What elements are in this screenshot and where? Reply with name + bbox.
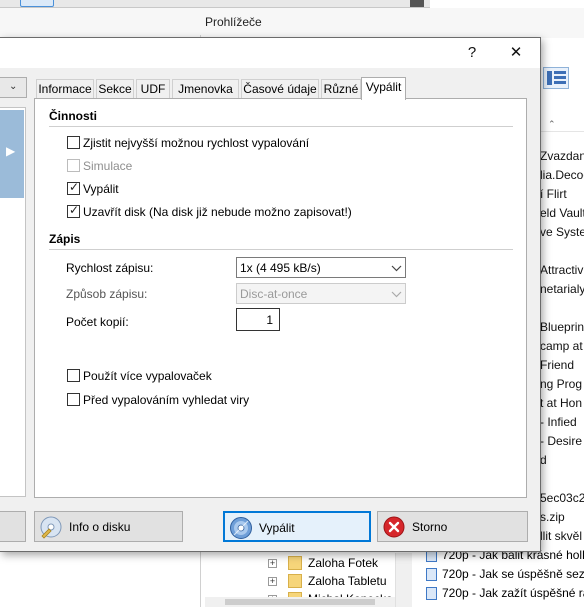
checkmark-icon: ✓ (69, 203, 80, 217)
file-list-item[interactable]: t at Hon (540, 396, 584, 410)
background-window-title: Prohlížeče (205, 15, 262, 29)
file-list-item[interactable]: Zvazdan (540, 149, 584, 163)
finalize-disc-checkbox[interactable]: ✓ (67, 203, 80, 218)
background-window-titlebar: Prohlížeče (0, 8, 584, 38)
multiple-burners-label[interactable]: Použít více vypalovaček (83, 369, 212, 383)
activities-title: Činnosti (49, 109, 97, 123)
virus-scan-checkbox[interactable] (67, 393, 80, 406)
video-file-icon (426, 568, 437, 581)
cancel-icon (383, 516, 405, 538)
chevron-down-icon (391, 265, 402, 272)
file-list-item[interactable]: Friend (540, 358, 584, 372)
tab-vypalit[interactable]: Vypálit (361, 77, 406, 100)
file-list-item[interactable]: netarialy (540, 282, 584, 296)
file-list-item[interactable]: ve System (540, 225, 584, 239)
copies-label: Počet kopií: (66, 315, 129, 329)
method-select: Disc-at-once (236, 283, 406, 304)
disc-info-button[interactable]: Info o disku (34, 511, 183, 542)
disc-info-icon (40, 516, 62, 539)
max-speed-label[interactable]: Zjistit nejvyšší možnou rychlost vypalov… (83, 136, 309, 150)
write-title: Zápis (49, 232, 81, 246)
arrow-right-icon: ▶ (6, 144, 16, 158)
tab-udf[interactable]: UDF (136, 79, 170, 99)
file-list-item[interactable]: lia.Decod (540, 168, 584, 182)
dialog-titlebar: ? ✕ (0, 38, 540, 68)
divider (49, 249, 513, 250)
burn-checkbox[interactable]: ✓ (67, 180, 80, 195)
video-file-icon (426, 587, 437, 600)
file-list-header[interactable]: ⌃ (540, 118, 584, 132)
folder-icon (288, 556, 302, 570)
speed-select[interactable]: 1x (4 495 kB/s) (236, 257, 406, 278)
checkmark-icon: ✓ (69, 180, 80, 194)
file-list-item[interactable]: camp at (540, 339, 584, 353)
burn-dialog: ? ✕ ⌄ ▶ Informace Sekce UDF Jmenovka Čas… (0, 37, 541, 552)
folder-icon (288, 574, 302, 588)
file-row[interactable]: 720p - Jak se úspěšně sezna (426, 566, 584, 584)
file-list-item[interactable]: d (540, 453, 584, 467)
chevron-down-icon: ⌄ (9, 81, 18, 92)
help-button[interactable]: ? (457, 42, 487, 64)
tab-ruzne[interactable]: Různé (321, 79, 361, 99)
background-toolbar (0, 0, 430, 8)
copies-input[interactable]: 1 (236, 308, 280, 331)
tab-sekce[interactable]: Sekce (96, 79, 134, 99)
method-label: Způsob zápisu: (66, 287, 148, 301)
burn-label[interactable]: Vypálit (83, 182, 119, 196)
tree-horizontal-scrollbar[interactable] (205, 597, 395, 607)
burn-button[interactable]: Vypálit (223, 511, 371, 542)
file-list-item[interactable]: í Flirt (540, 187, 584, 201)
file-list-item[interactable]: 5ec03c2 (540, 491, 584, 505)
tab-casove-udaje[interactable]: Časové údaje (241, 79, 319, 99)
toolbar-button[interactable] (20, 0, 54, 7)
simulation-label: Simulace (83, 159, 133, 173)
tab-jmenovka[interactable]: Jmenovka (172, 79, 239, 99)
speed-label: Rychlost zápisu: (66, 261, 154, 275)
expand-icon[interactable]: + (268, 577, 277, 586)
file-row[interactable]: 720p - Jak zažít úspěšné ran (426, 585, 584, 603)
file-list-item[interactable]: - Desire (540, 434, 584, 448)
virus-scan-label[interactable]: Před vypalováním vyhledat viry (83, 393, 249, 407)
tab-informace[interactable]: Informace (36, 79, 94, 99)
file-list-item[interactable]: Attractiv (540, 263, 584, 277)
file-list-item[interactable]: s.zip (540, 510, 584, 524)
left-preview-panel: ▶ (0, 107, 26, 497)
file-list-item[interactable]: eld Vault (540, 206, 584, 220)
cancel-button[interactable]: Storno (377, 511, 528, 542)
tree-scrollbar[interactable] (395, 553, 412, 607)
expand-icon[interactable]: + (268, 559, 277, 568)
chevron-down-icon (391, 291, 402, 298)
burn-disc-icon (230, 517, 252, 539)
file-list-item[interactable]: Blueprint (540, 320, 584, 334)
close-button[interactable]: ✕ (501, 42, 531, 64)
divider (49, 126, 513, 127)
left-button[interactable] (0, 511, 26, 542)
toolbar-close-icon[interactable] (410, 0, 424, 7)
multiple-burners-checkbox[interactable] (67, 369, 80, 382)
left-selection[interactable]: ▶ (0, 110, 24, 198)
finalize-disc-label[interactable]: Uzavřít disk (Na disk již nebude možno z… (83, 205, 352, 219)
file-list-item[interactable]: - Infied (540, 415, 584, 429)
max-speed-checkbox[interactable] (67, 136, 80, 149)
file-list-item[interactable]: ng Prog (540, 377, 584, 391)
left-dropdown[interactable]: ⌄ (0, 77, 27, 98)
view-details-icon[interactable] (543, 67, 569, 89)
simulation-checkbox (67, 159, 80, 172)
